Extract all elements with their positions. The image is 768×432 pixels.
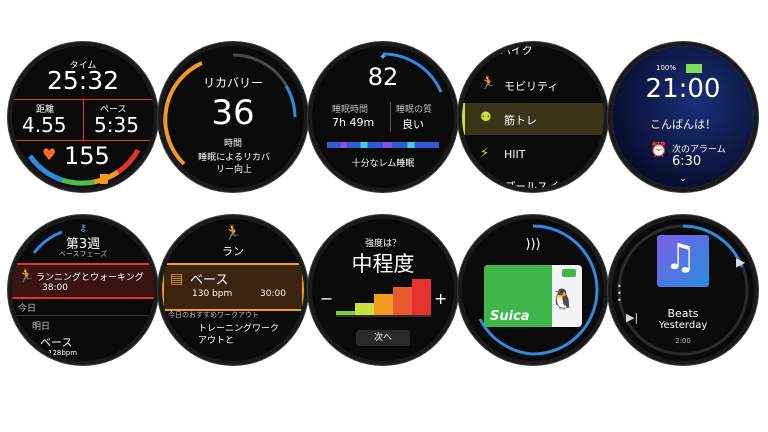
sleep-score: 82	[367, 63, 399, 91]
list-item[interactable]: モビリティ	[504, 78, 558, 94]
tomorrow-label: 明日	[32, 322, 51, 332]
hr-zone-arc	[27, 148, 141, 186]
intensity-bar-2	[355, 303, 374, 315]
sleep-quality-value: 良い	[402, 118, 424, 131]
track-title: Beats	[667, 307, 699, 320]
list-item[interactable]: 筋トレ	[504, 112, 537, 128]
chevron-down-icon[interactable]: ⌄	[612, 174, 754, 184]
recovery-desc: 睡眠によるリカバリー向上	[198, 153, 270, 175]
clipboard-icon: ▤	[170, 271, 184, 287]
alarm-time: 6:30	[672, 154, 702, 169]
battery-icon	[686, 64, 702, 73]
list-item[interactable]: バイク	[500, 46, 533, 58]
mobility-icon: 🏃	[480, 76, 497, 91]
intensity-bar-5	[412, 279, 431, 315]
track-subtitle: Yesterday	[658, 320, 708, 331]
workout-hr: 130 bpm	[192, 289, 233, 299]
penguin-icon: 🐧	[550, 287, 575, 311]
recovery-unit: 時間	[223, 139, 242, 149]
greeting: こんばんは！	[650, 118, 716, 131]
phase-label: ベースフェーズ	[58, 250, 108, 258]
workout-duration: 38:00	[42, 283, 68, 293]
play-icon[interactable]: ▶	[736, 255, 745, 269]
suica-text: Suica	[490, 309, 530, 324]
watch-recovery: リカバリー 36 時間 睡眠によるリカバリー向上	[162, 46, 304, 188]
list-item[interactable]: HIIT	[504, 148, 525, 161]
suica-card[interactable]: 🐧 Suica	[484, 265, 582, 327]
sleep-summary: 十分なレム睡眠	[351, 159, 415, 169]
training-label[interactable]: トレーニングワークアウトと	[198, 323, 286, 347]
watch-activity-list: バイク 🏃 モビリティ ⚉ 筋トレ ⚡ HIIT プールスイム	[462, 46, 604, 188]
nfc-icon: )))	[525, 237, 541, 252]
track-time: 2:00	[675, 337, 691, 345]
today-label: 今日	[18, 304, 37, 314]
hiit-icon: ⚡	[480, 146, 490, 161]
intensity-bar-4	[393, 287, 412, 315]
sleep-time-value: 7h 49m	[332, 116, 375, 129]
run-icon: 🏃	[224, 225, 242, 241]
watch-training-plan: ⚷ 第3週 ベースフェーズ 🏃 ランニングとウォーキング 38:00 今日 明日…	[12, 219, 154, 361]
intensity-bar-1	[336, 311, 355, 315]
watch-run-stats: タイム 25:32 距離 4.55 ペース 5:35 ♥ 155	[12, 46, 154, 188]
music-note-icon: ♫	[664, 237, 697, 278]
watch-music: ♫ • • • ▶ ▶| Beats Yesterday 2:00	[612, 219, 754, 361]
next-workout[interactable]: ベース	[40, 334, 72, 350]
run-title: ラン	[222, 245, 244, 258]
base-workout-card[interactable]	[162, 263, 304, 311]
strength-icon: ⚉	[480, 110, 492, 125]
run-icon: 🏃	[18, 269, 35, 284]
recovery-title: リカバリー	[202, 76, 263, 90]
chip-icon	[562, 269, 576, 277]
sleep-time-label: 睡眠時間	[332, 105, 369, 115]
workout-name: ランニングとウォーキング	[36, 273, 144, 283]
sleep-quality-label: 睡眠の質	[396, 105, 433, 115]
more-icon[interactable]: • • •	[617, 283, 622, 305]
watch-night-clock: 100% 21:00 こんばんは！ ⏰ 次のアラーム 6:30 ⌄	[612, 46, 754, 188]
battery-label: 100%	[656, 64, 677, 72]
recommend-label: 今日のおすすめワークアウト	[168, 311, 259, 319]
watch-run-workout: 🏃 ラン ▤ ベース 130 bpm 30:00 今日のおすすめワークアウト ト…	[162, 219, 304, 361]
intensity-bar-3	[374, 294, 393, 315]
alarm-icon: ⏰	[650, 142, 668, 158]
watch-sleep: ✦ 82 睡眠時間 7h 49m 睡眠の質 良い 十分なレム睡眠	[312, 46, 454, 188]
watch-intensity: 強度は？ 中程度 − + 次へ	[312, 219, 454, 361]
sleep-icon: ✦	[378, 52, 388, 63]
list-item[interactable]: プールスイム	[504, 178, 570, 188]
recovery-value: 36	[211, 93, 255, 133]
workout-name: ベース	[190, 273, 229, 288]
next-hr: 128bpm	[48, 349, 78, 357]
next-button[interactable]: 次へ	[356, 330, 410, 346]
sleep-stage-bar	[327, 142, 439, 148]
watch-suica-pay: ))) 🐧 Suica	[462, 219, 604, 361]
workout-duration: 30:00	[260, 289, 286, 299]
clock-time: 21:00	[645, 74, 721, 104]
